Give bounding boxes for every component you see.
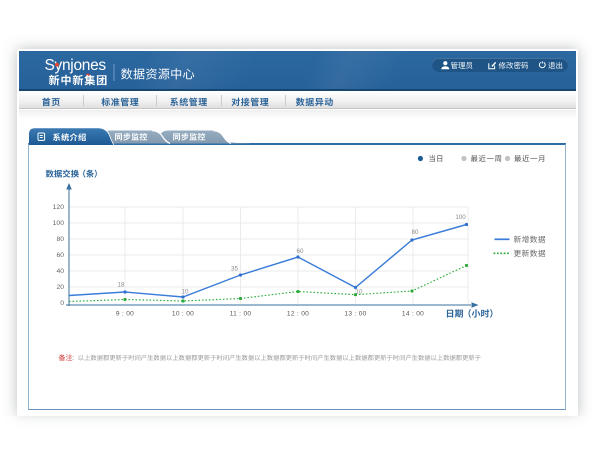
svg-text:100: 100 <box>53 220 65 227</box>
svg-text:35: 35 <box>231 266 238 273</box>
svg-text:18: 18 <box>118 282 125 289</box>
svg-text:40: 40 <box>56 268 64 275</box>
svg-text:12 : 00: 12 : 00 <box>287 311 309 318</box>
svg-text:10: 10 <box>356 289 363 296</box>
svg-text:80: 80 <box>56 236 64 243</box>
svg-text:60: 60 <box>56 252 64 259</box>
svg-text:0: 0 <box>60 300 64 307</box>
svg-text:10: 10 <box>182 289 189 296</box>
svg-text:9 : 00: 9 : 00 <box>116 311 134 318</box>
svg-text:13 : 00: 13 : 00 <box>344 311 366 318</box>
svg-text:100: 100 <box>455 214 466 221</box>
svg-text:14 : 00: 14 : 00 <box>402 311 424 318</box>
svg-text:120: 120 <box>53 204 65 211</box>
svg-text:11 : 00: 11 : 00 <box>230 311 252 318</box>
svg-text:20: 20 <box>56 284 64 291</box>
svg-text:10 : 00: 10 : 00 <box>172 311 194 318</box>
svg-text:60: 60 <box>297 248 304 255</box>
svg-text:80: 80 <box>412 229 419 236</box>
